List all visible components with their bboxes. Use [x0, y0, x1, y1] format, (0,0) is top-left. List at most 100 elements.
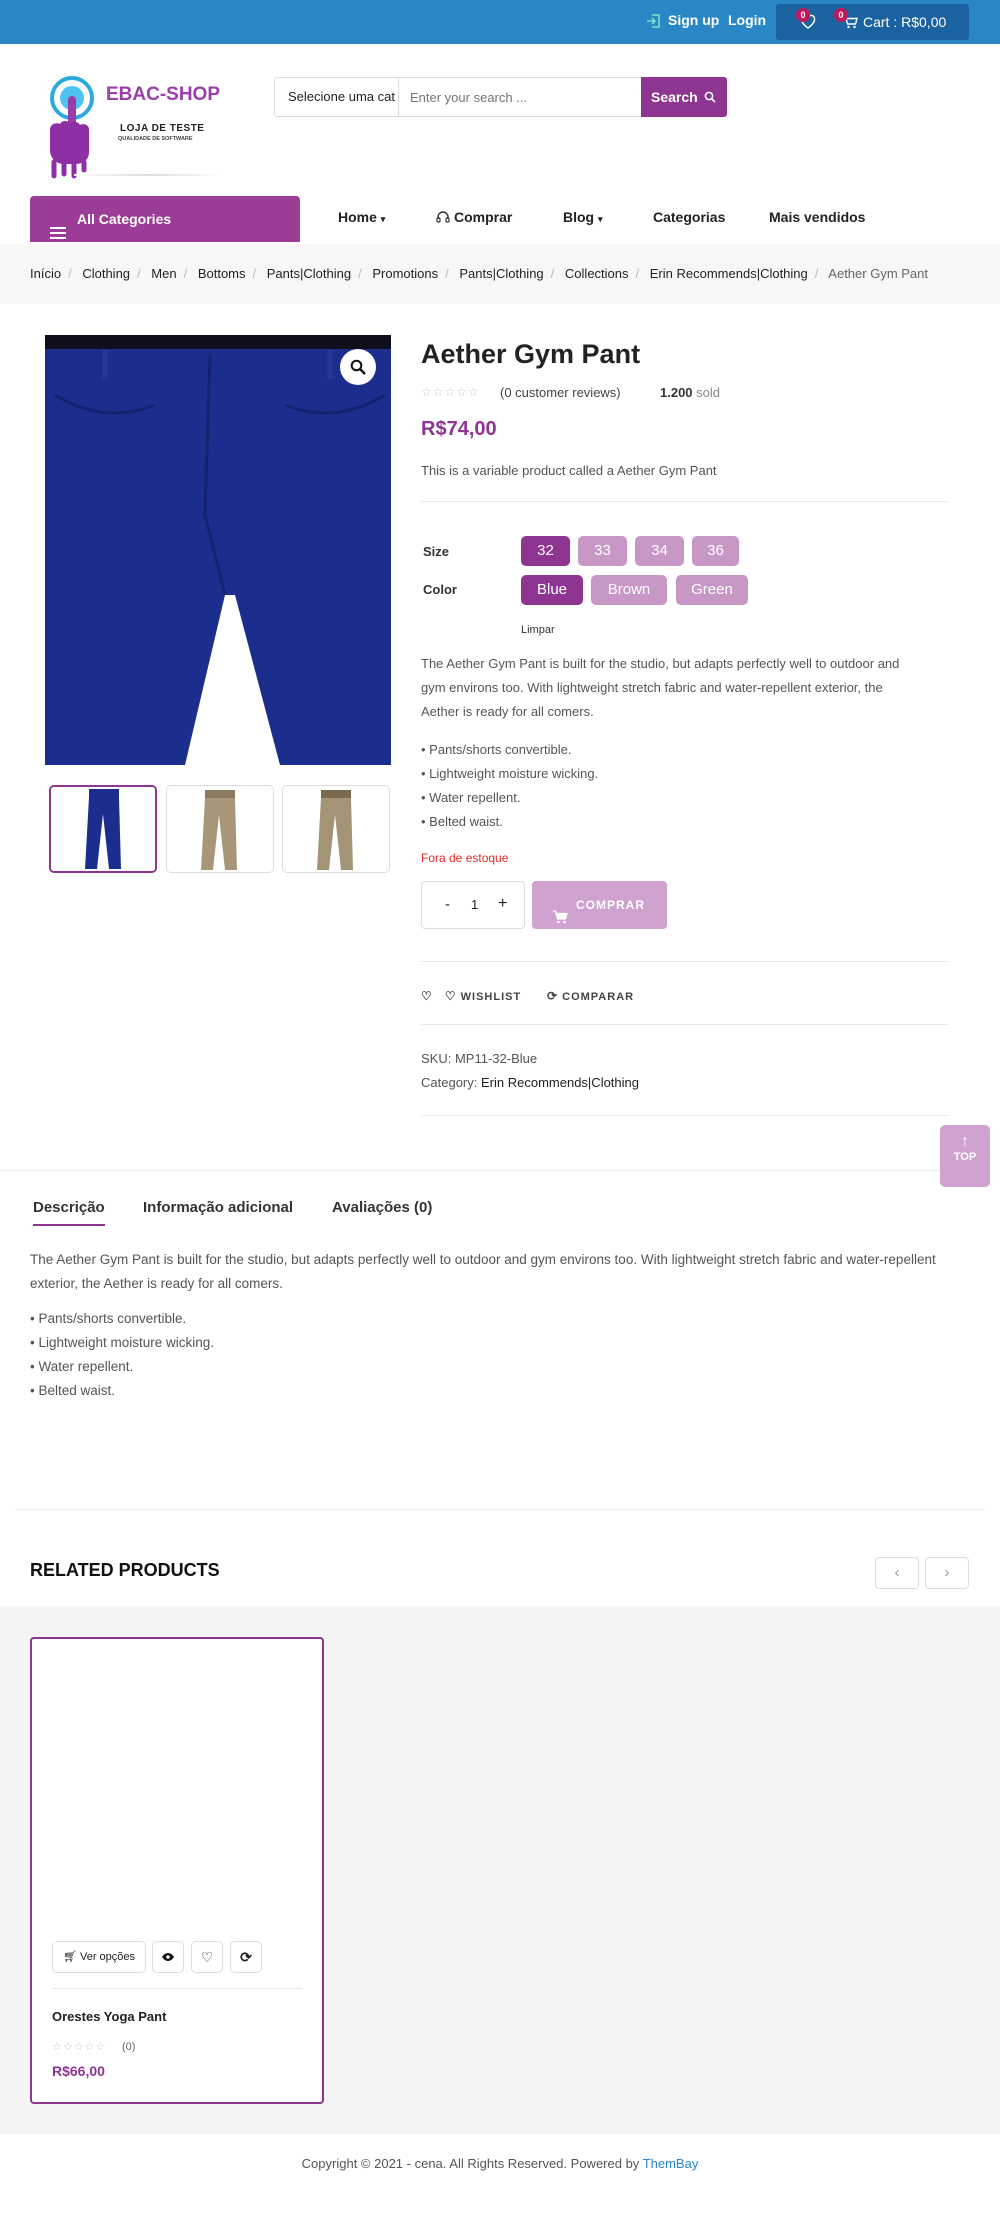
size-option-33[interactable]: 33	[578, 536, 627, 566]
nav-home[interactable]: Home ▾	[338, 209, 385, 225]
cart-total[interactable]: Cart : R$0,00	[863, 14, 946, 30]
eye-icon	[161, 1951, 175, 1963]
quantity-decrease-button[interactable]: -	[445, 896, 450, 913]
breadcrumb-item[interactable]: Clothing	[82, 266, 130, 281]
stock-status: Fora de estoque	[421, 851, 509, 865]
product-card[interactable]: 🛒︎ Ver opções ♡ ⟳ Orestes Yoga Pant ☆☆☆☆…	[30, 1637, 324, 2104]
short-description: This is a variable product called a Aeth…	[421, 463, 717, 478]
compare-button[interactable]: ⟳ COMPARAR	[547, 989, 634, 1003]
long-description-line: The Aether Gym Pant is built for the stu…	[421, 656, 900, 671]
compare-button[interactable]: ⟳	[230, 1941, 262, 1973]
review-count-link[interactable]: (0 customer reviews)	[500, 385, 621, 400]
cart-box[interactable]: 0 0 Cart : R$0,00	[776, 4, 969, 40]
sold-count: 1.200 sold	[660, 385, 721, 400]
search-bar: Selecione uma cat Search	[274, 77, 727, 117]
size-option-36[interactable]: 36	[692, 536, 739, 566]
product-main-image[interactable]	[45, 335, 391, 765]
carousel-prev-button[interactable]: ‹	[875, 1557, 919, 1589]
color-option-green[interactable]: Green	[676, 575, 748, 605]
product-thumbnail-brown[interactable]	[166, 785, 274, 873]
category-link[interactable]: Erin Recommends|Clothing	[481, 1075, 639, 1090]
feature-bullet: • Belted waist.	[421, 814, 503, 829]
breadcrumb-item[interactable]: Erin Recommends|Clothing	[650, 266, 808, 281]
breadcrumb-item[interactable]: Bottoms	[198, 266, 246, 281]
product-card-review-count: (0)	[122, 2041, 136, 2053]
wishlist-button[interactable]: ♡ ♡ WISHLIST	[421, 989, 521, 1003]
tab-descricao[interactable]: Descrição	[33, 1199, 105, 1226]
quantity-value[interactable]: 1	[471, 897, 478, 912]
color-label: Color	[423, 582, 457, 597]
color-option-brown[interactable]: Brown	[591, 575, 667, 605]
add-to-wishlist-button[interactable]: ♡	[191, 1941, 223, 1973]
all-categories-label: All Categories	[77, 211, 172, 227]
search-category-select[interactable]: Selecione uma cat	[275, 78, 399, 116]
clear-variations-link[interactable]: Limpar	[521, 624, 555, 636]
logo-tagline: LOJA DE TESTE	[120, 123, 205, 134]
size-option-32[interactable]: 32	[521, 536, 570, 566]
color-option-blue[interactable]: Blue	[521, 575, 583, 605]
logo-underline	[74, 174, 224, 176]
logo-brand: EBAC-SHOP	[106, 84, 221, 105]
divider	[421, 1115, 948, 1116]
product-card-image[interactable]	[42, 1649, 312, 1919]
size-option-34[interactable]: 34	[635, 536, 684, 566]
footer: Copyright © 2021 - cena. All Rights Rese…	[0, 2134, 1000, 2213]
themebay-link[interactable]: ThemBay	[643, 2156, 699, 2171]
product-thumbnail-green[interactable]	[282, 785, 390, 873]
tab-avaliacoes[interactable]: Avaliações (0)	[332, 1199, 432, 1216]
signup-link[interactable]: Sign up	[668, 12, 719, 28]
logo-subtagline: QUALIDADE DE SOFTWARE	[118, 136, 193, 142]
search-button[interactable]: Search	[641, 77, 727, 117]
quantity-increase-button[interactable]: +	[498, 895, 507, 913]
heart-icon: ♡	[444, 989, 457, 1003]
related-products-title: RELATED PRODUCTS	[30, 1560, 220, 1580]
search-input[interactable]	[400, 78, 616, 116]
breadcrumb-item[interactable]: Collections	[565, 266, 629, 281]
quick-view-button[interactable]	[152, 1941, 184, 1973]
divider	[421, 961, 948, 962]
card-divider	[52, 1988, 302, 1989]
nav-mais-vendidos[interactable]: Mais vendidos	[769, 209, 865, 225]
tab-informacao-adicional[interactable]: Informação adicional	[143, 1199, 293, 1216]
buy-button[interactable]: COMPRAR	[532, 881, 667, 929]
compare-icon: ⟳	[240, 1949, 252, 1965]
product-card-name[interactable]: Orestes Yoga Pant	[52, 2009, 166, 2024]
description-bullet: • Water repellent.	[30, 1359, 134, 1374]
cart-icon: 🛒︎	[62, 1951, 77, 1963]
all-categories-button[interactable]: All Categories	[30, 196, 300, 242]
breadcrumb-item[interactable]: Pants|Clothing	[459, 266, 543, 281]
cart-icon	[552, 897, 568, 945]
logo-hand-icon	[50, 76, 94, 179]
breadcrumb-item[interactable]: Início	[30, 266, 61, 281]
search-button-label: Search	[651, 89, 698, 105]
back-to-top-button[interactable]: ↑ TOP	[940, 1125, 990, 1187]
nav-comprar[interactable]: Comprar	[436, 209, 512, 227]
feature-bullet: • Pants/shorts convertible.	[421, 742, 572, 757]
long-description-line: Aether is ready for all comers.	[421, 704, 594, 719]
nav-categorias[interactable]: Categorias	[653, 209, 725, 225]
product-card-rating: ☆☆☆☆☆	[52, 2041, 107, 2053]
product-thumbnail-blue[interactable]	[49, 785, 157, 873]
breadcrumb-item[interactable]: Pants|Clothing	[267, 266, 351, 281]
signup-icon[interactable]	[646, 13, 662, 29]
view-options-button[interactable]: 🛒︎ Ver opções	[52, 1941, 146, 1973]
login-link[interactable]: Login	[728, 12, 766, 28]
breadcrumb-item[interactable]: Men	[151, 266, 176, 281]
description-line: The Aether Gym Pant is built for the stu…	[30, 1252, 936, 1267]
description-line: exterior, the Aether is ready for all co…	[30, 1276, 283, 1291]
description-bullet: • Lightweight moisture wicking.	[30, 1335, 215, 1350]
carousel-next-button[interactable]: ›	[925, 1557, 969, 1589]
product-title: Aether Gym Pant	[421, 339, 641, 369]
buy-button-label: COMPRAR	[576, 898, 645, 912]
feature-bullet: • Lightweight moisture wicking.	[421, 766, 599, 781]
breadcrumb-item[interactable]: Promotions	[372, 266, 438, 281]
zoom-button[interactable]	[340, 349, 376, 385]
site-logo[interactable]: EBAC-SHOP LOJA DE TESTE QUALIDADE DE SOF…	[44, 70, 234, 180]
long-description-line: gym environs too. With lightweight stret…	[421, 680, 883, 695]
nav-blog[interactable]: Blog ▾	[563, 209, 603, 225]
headset-icon	[436, 210, 450, 227]
quantity-stepper: - 1 +	[421, 881, 525, 929]
heart-icon: ♡	[421, 989, 433, 1003]
cart-count-badge: 0	[834, 8, 848, 22]
category-row: Category: Erin Recommends|Clothing	[421, 1075, 639, 1090]
